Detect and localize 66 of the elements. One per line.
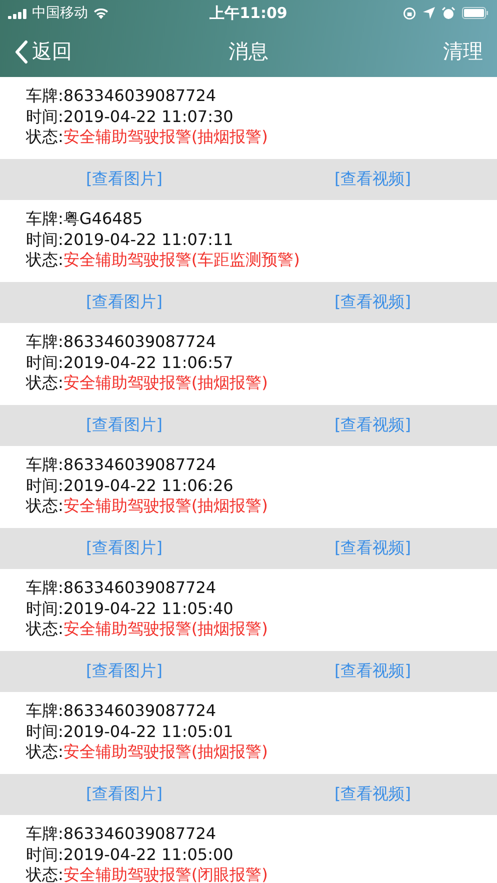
view-photo-link[interactable]: [查看图片] (86, 538, 162, 559)
clear-button[interactable]: 清理 (326, 38, 483, 65)
clock-time: 上午11:09 (210, 4, 288, 22)
field-label: 状态: (26, 250, 64, 269)
field-label: 车牌: (26, 455, 64, 474)
back-button[interactable]: 返回 (14, 38, 170, 65)
alarm-time: 2019-04-22 11:07:11 (63, 230, 234, 248)
alarm-time: 2019-04-22 11:06:57 (63, 352, 234, 372)
view-photo-link[interactable]: [查看图片] (86, 661, 162, 682)
battery-icon (462, 7, 489, 19)
view-video-link[interactable]: [查看视频] (334, 784, 411, 805)
carrier-name: 中国移动 (32, 4, 88, 22)
plate-number: 863346039087724 (63, 578, 216, 597)
alarm-time: 2019-04-22 11:05:40 (63, 598, 234, 618)
view-photo-link[interactable]: [查看图片] (86, 292, 162, 313)
field-label: 状态: (26, 127, 64, 146)
field-label: 车牌: (26, 86, 64, 105)
alarm-icon (442, 6, 455, 20)
field-label: 状态: (26, 865, 64, 883)
plate-number: 863346039087724 (63, 332, 216, 351)
view-video-link[interactable]: [查看视频] (334, 661, 411, 682)
field-label: 时间: (26, 230, 64, 248)
alarm-status: 安全辅助驾驶报警(车距监测预警) (63, 250, 300, 269)
view-photo-link[interactable]: [查看图片] (86, 169, 162, 190)
view-photo-link[interactable]: [查看图片] (86, 784, 162, 805)
rotation-lock-icon (403, 6, 416, 20)
page-title: 消息 (227, 38, 270, 65)
view-video-link[interactable]: [查看视频] (334, 415, 411, 436)
field-label: 状态: (26, 742, 64, 761)
field-label: 时间: (26, 352, 64, 372)
field-label: 车牌: (26, 209, 64, 228)
signal-icon (8, 8, 27, 18)
field-label: 时间: (26, 598, 64, 618)
plate-number: 863346039087724 (63, 824, 216, 843)
alarm-status: 安全辅助驾驶报警(抽烟报警) (63, 742, 268, 761)
wifi-icon (93, 7, 109, 19)
alarm-status: 安全辅助驾驶报警(抽烟报警) (63, 373, 268, 392)
field-label: 时间: (26, 844, 64, 864)
back-chevron-icon (14, 40, 28, 64)
field-label: 时间: (26, 476, 64, 494)
view-video-link[interactable]: [查看视频] (334, 169, 411, 190)
alarm-time: 2019-04-22 11:05:01 (63, 722, 234, 740)
plate-number: 863346039087724 (63, 86, 216, 105)
field-label: 车牌: (26, 578, 64, 597)
field-label: 状态: (26, 496, 64, 515)
alarm-status: 安全辅助驾驶报警(抽烟报警) (63, 127, 268, 146)
field-label: 时间: (26, 106, 64, 126)
field-label: 状态: (26, 619, 64, 638)
plate-number: 863346039087724 (63, 455, 216, 474)
field-label: 车牌: (26, 332, 64, 351)
alarm-status: 安全辅助驾驶报警(闭眼报警) (63, 865, 268, 883)
view-video-link[interactable]: [查看视频] (334, 292, 411, 313)
field-label: 车牌: (26, 824, 64, 843)
location-icon (423, 7, 435, 19)
field-label: 状态: (26, 373, 64, 392)
field-label: 车牌: (26, 701, 64, 720)
alarm-time: 2019-04-22 11:07:30 (63, 106, 234, 126)
alarm-status: 安全辅助驾驶报警(抽烟报警) (63, 619, 268, 638)
view-photo-link[interactable]: [查看图片] (86, 415, 162, 436)
alarm-time: 2019-04-22 11:05:00 (63, 844, 234, 864)
plate-number: 粤G46485 (63, 209, 143, 228)
alarm-status: 安全辅助驾驶报警(抽烟报警) (63, 496, 268, 515)
alarm-time: 2019-04-22 11:06:26 (63, 476, 234, 494)
view-video-link[interactable]: [查看视频] (334, 538, 411, 559)
plate-number: 863346039087724 (63, 701, 216, 720)
field-label: 时间: (26, 722, 64, 740)
